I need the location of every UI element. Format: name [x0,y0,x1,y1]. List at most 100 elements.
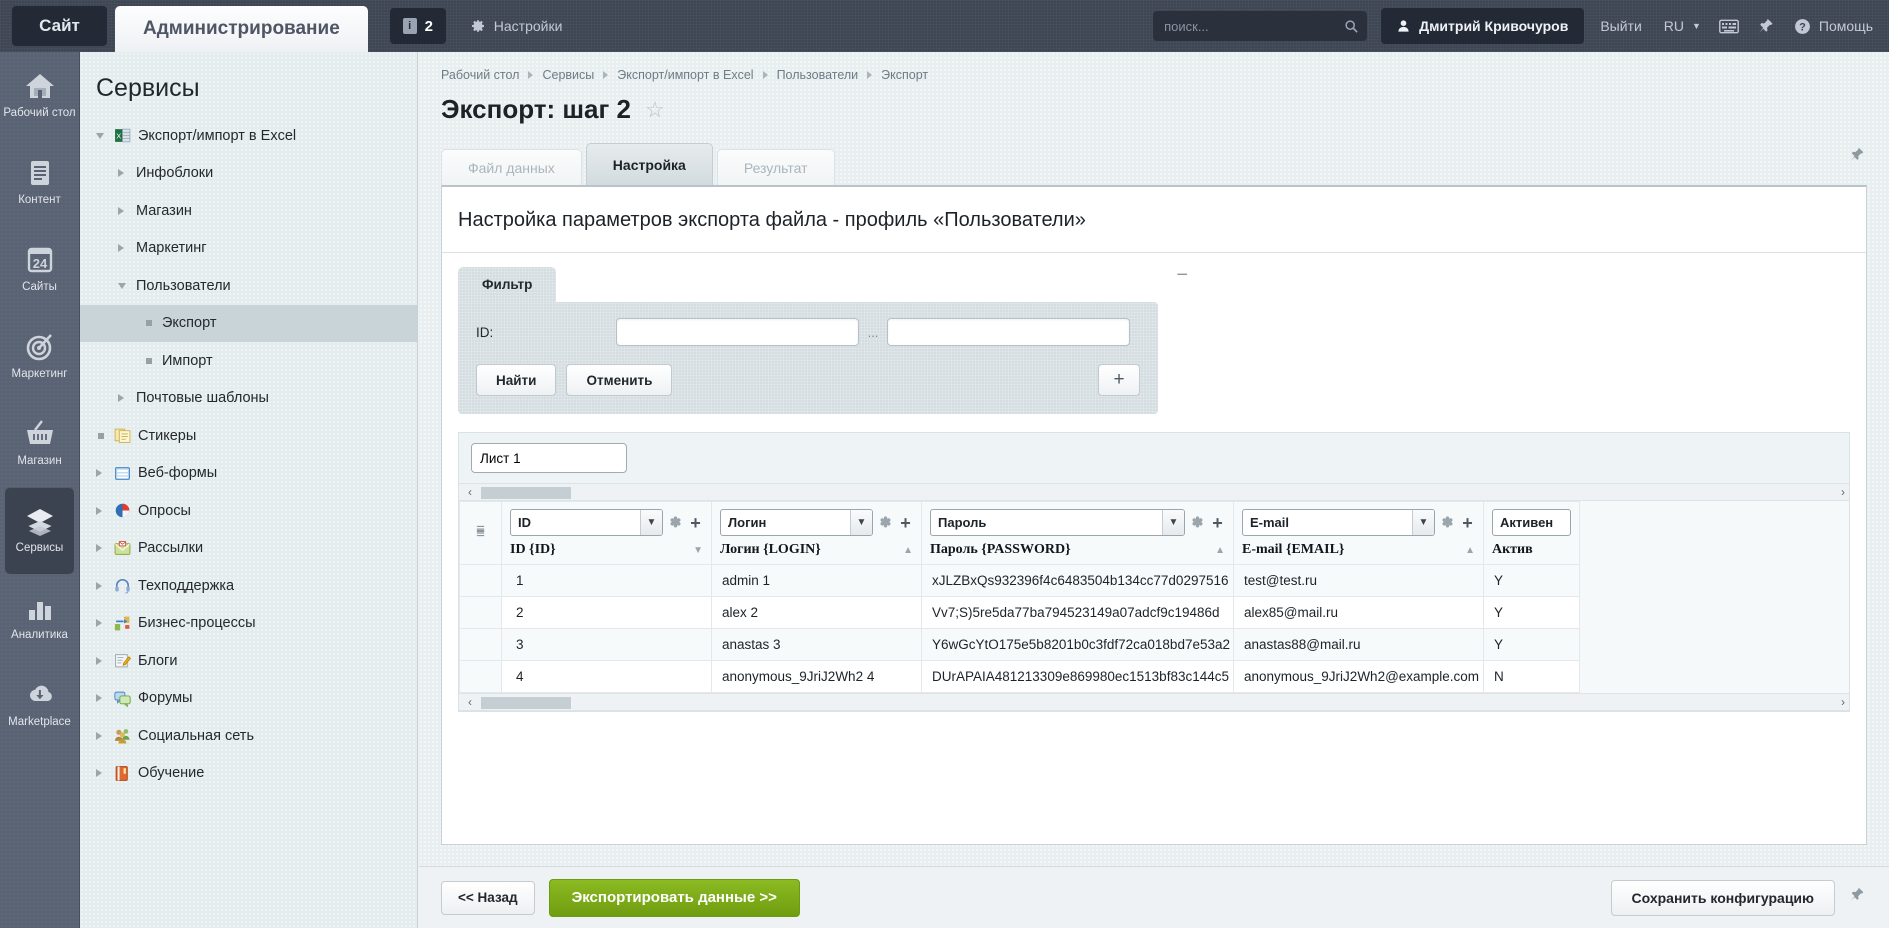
column-select-id[interactable]: ID ▼ [510,509,663,536]
tree-item-инфоблоки[interactable]: Инфоблоки [80,155,417,193]
chevron-left-icon[interactable]: ‹ [459,695,481,709]
tab-result[interactable]: Результат [717,149,835,185]
twisty-dot-icon[interactable] [144,320,162,326]
row-handle-cell[interactable] [460,661,502,693]
settings-link[interactable]: Настройки [470,18,563,34]
global-search[interactable] [1153,11,1367,41]
column-select-password[interactable]: Пароль ▼ [930,509,1185,536]
tree-item-социальная-сеть[interactable]: Социальная сеть [80,717,417,755]
find-button[interactable]: Найти [476,364,556,396]
row-handle-header[interactable]: ≡≡ [460,502,502,565]
sort-asc-icon[interactable]: ▲ [1215,545,1225,556]
tree-item-импорт[interactable]: Импорт [80,342,417,380]
breadcrumb-item-0[interactable]: Рабочий стол [441,68,519,82]
twisty-right-icon[interactable] [96,732,114,740]
plus-icon[interactable]: + [688,515,703,531]
pin-icon[interactable] [1851,887,1867,908]
tree-item-бизнес-процессы[interactable]: Бизнес-процессы [80,605,417,643]
filter-id-to-input[interactable] [887,318,1130,346]
column-select-active[interactable]: Активен [1492,509,1571,536]
tree-item-экспорт[interactable]: Экспорт [80,305,417,343]
twisty-down-icon[interactable] [118,283,136,289]
tree-item-веб-формы[interactable]: Веб-формы [80,455,417,493]
twisty-right-icon[interactable] [118,169,136,177]
tab-data-file[interactable]: Файл данных [441,149,582,185]
table-row[interactable]: 1 admin 1 xJLZBxQs932396f4c6483504b134cc… [460,565,1580,597]
twisty-right-icon[interactable] [118,394,136,402]
twisty-right-icon[interactable] [96,544,114,552]
sidebar-item-analytics[interactable]: Аналитика [0,574,79,661]
twisty-down-icon[interactable] [96,133,114,139]
tree-item-рассылки[interactable]: Рассылки [80,530,417,568]
tree-item-экспорт-импорт-в-excel[interactable]: X Экспорт/импорт в Excel [80,117,417,155]
sidebar-item-sites[interactable]: 24 Сайты [0,226,79,313]
chevron-left-icon[interactable]: ‹ [459,485,481,499]
drag-handle-icon[interactable]: ≡≡ [473,528,489,536]
twisty-right-icon[interactable] [118,207,136,215]
tree-item-маркетинг[interactable]: Маркетинг [80,230,417,268]
twisty-right-icon[interactable] [96,507,114,515]
chevron-down-icon[interactable]: ▼ [850,510,872,535]
plus-icon[interactable]: + [1210,515,1225,531]
admin-tab[interactable]: Администрирование [115,6,368,52]
grid-hscroll-bottom[interactable]: ‹ › [459,693,1849,711]
notifications-badge[interactable]: i 2 [390,8,446,44]
pin-button[interactable] [1757,18,1774,35]
star-icon[interactable]: ☆ [645,99,665,121]
sheet-name-input[interactable] [471,443,627,473]
keyboard-button[interactable] [1719,19,1739,34]
row-handle-cell[interactable] [460,565,502,597]
breadcrumb-item-1[interactable]: Сервисы [542,68,594,82]
twisty-right-icon[interactable] [96,582,114,590]
gear-x-icon[interactable]: ✽ [1190,514,1205,531]
twisty-right-icon[interactable] [118,244,136,252]
twisty-dot-icon[interactable] [96,433,114,439]
row-handle-cell[interactable] [460,629,502,661]
breadcrumb-item-3[interactable]: Пользователи [777,68,859,82]
help-link[interactable]: ? Помощь [1794,18,1873,35]
language-switcher[interactable]: RU ▼ [1664,18,1701,34]
chevron-down-icon[interactable]: ▼ [1162,510,1184,535]
gear-x-icon[interactable]: ✽ [878,514,893,531]
sort-desc-icon[interactable]: ▼ [693,545,703,556]
tree-item-блоги[interactable]: Блоги [80,642,417,680]
tree-item-обучение[interactable]: Обучение [80,755,417,793]
twisty-right-icon[interactable] [96,694,114,702]
sidebar-item-services[interactable]: Сервисы [5,487,74,574]
twisty-right-icon[interactable] [96,469,114,477]
gear-x-icon[interactable]: ✽ [668,514,683,531]
gear-x-icon[interactable]: ✽ [1440,514,1455,531]
chevron-down-icon[interactable]: ▼ [640,510,662,535]
chevron-right-icon[interactable]: › [1841,485,1845,499]
table-row[interactable]: 2 alex 2 Vv7;S)5re5da77ba794523149a07adc… [460,597,1580,629]
filter-tab[interactable]: Фильтр [458,267,556,302]
twisty-right-icon[interactable] [96,657,114,665]
hscroll-thumb[interactable] [481,487,571,499]
tree-item-пользователи[interactable]: Пользователи [80,267,417,305]
minus-icon[interactable]: − [1176,264,1188,287]
export-data-button[interactable]: Экспортировать данные >> [549,879,800,917]
sidebar-item-marketing[interactable]: Маркетинг [0,313,79,400]
sort-asc-icon[interactable]: ▲ [903,545,913,556]
chevron-right-icon[interactable]: › [1841,695,1845,709]
table-row[interactable]: 4 anonymous_9JriJ2Wh2 4 DUrAPAIA48121330… [460,661,1580,693]
tree-item-стикеры[interactable]: Стикеры [80,417,417,455]
back-button[interactable]: << Назад [441,881,535,915]
chevron-down-icon[interactable]: ▼ [1412,510,1434,535]
sidebar-item-shop[interactable]: Магазин [0,400,79,487]
breadcrumb-item-2[interactable]: Экспорт/импорт в Excel [617,68,753,82]
search-icon[interactable] [1344,19,1359,34]
tree-item-опросы[interactable]: Опросы [80,492,417,530]
add-filter-button[interactable]: + [1098,364,1140,396]
user-menu[interactable]: Дмитрий Кривочуров [1381,8,1584,44]
twisty-right-icon[interactable] [96,769,114,777]
twisty-dot-icon[interactable] [144,358,162,364]
plus-icon[interactable]: + [1460,515,1475,531]
search-input[interactable] [1164,19,1344,34]
tree-item-форумы[interactable]: Форумы [80,680,417,718]
tree-item-техподдержка[interactable]: Техподдержка [80,567,417,605]
grid-hscroll-top[interactable]: ‹ › [459,483,1849,501]
sidebar-item-desktop[interactable]: Рабочий стол [0,52,79,139]
tab-settings[interactable]: Настройка [586,143,713,185]
breadcrumb-item-4[interactable]: Экспорт [881,68,928,82]
